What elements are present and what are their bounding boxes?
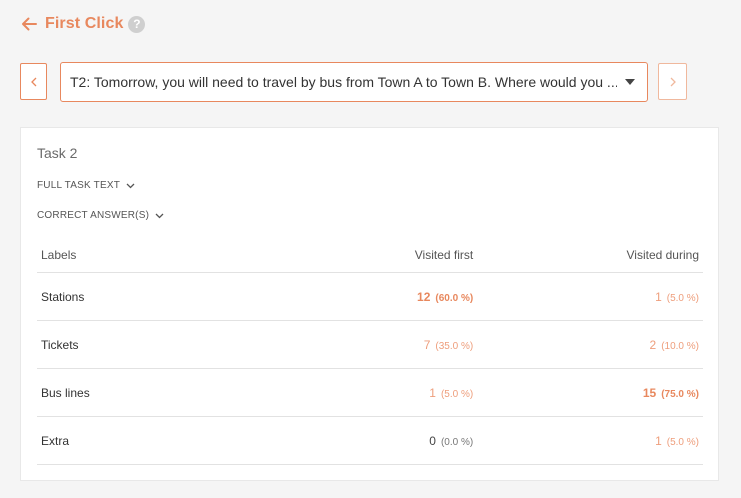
visited-first-cell: 12 (60.0 %) [333, 272, 478, 321]
visited-during-percent: (5.0 %) [666, 436, 699, 448]
visited-first-count: 7 [423, 337, 431, 352]
header-visited-first: Visited first [333, 238, 478, 273]
results-table: Labels Visited first Visited during Stat… [37, 238, 703, 465]
back-arrow-icon[interactable] [20, 15, 38, 33]
row-label: Bus lines [37, 368, 334, 417]
visited-during-cell: 1 (5.0 %) [477, 416, 703, 465]
row-label: Extra [37, 416, 334, 465]
visited-during-cell: 15 (75.0 %) [477, 368, 703, 417]
table-row: Bus lines 1 (5.0 %) 15 (75.0 %) [37, 368, 703, 417]
visited-during-count: 1 [655, 289, 662, 304]
visited-first-count: 1 [429, 385, 436, 400]
visited-during-percent: (10.0 %) [661, 340, 699, 352]
header-labels: Labels [37, 238, 334, 273]
task-heading: Task 2 [37, 145, 78, 161]
table-row: Extra 0 (0.0 %) 1 (5.0 %) [37, 416, 703, 465]
first-click-page: First Click ? T2: Tomorrow, you will nee… [0, 0, 741, 498]
page-title: First Click [45, 15, 124, 32]
visited-during-percent: (75.0 %) [661, 388, 699, 400]
visited-first-cell: 0 (0.0 %) [333, 416, 478, 465]
chevron-down-icon [126, 183, 135, 188]
correct-answers-label: CORRECT ANSWER(S) [37, 210, 150, 221]
visited-during-cell: 1 (5.0 %) [477, 272, 703, 321]
visited-during-percent: (5.0 %) [666, 292, 699, 304]
visited-first-count: 12 [417, 289, 431, 304]
visited-first-cell: 7 (35.0 %) [333, 320, 478, 369]
chevron-left-icon [30, 77, 36, 86]
visited-first-count: 0 [429, 433, 436, 448]
table-row: Stations 12 (60.0 %) 1 (5.0 %) [37, 272, 703, 321]
task-select-value: T2: Tomorrow, you will need to travel by… [70, 74, 617, 90]
visited-first-percent: (60.0 %) [435, 292, 474, 304]
header-visited-during: Visited during [477, 238, 703, 273]
visited-during-cell: 2 (10.0 %) [477, 320, 703, 369]
visited-first-cell: 1 (5.0 %) [333, 368, 478, 417]
full-task-text-toggle[interactable]: FULL TASK TEXT [37, 180, 135, 191]
visited-first-percent: (5.0 %) [440, 388, 474, 400]
next-task-button[interactable] [658, 63, 687, 100]
caret-down-icon [625, 79, 635, 85]
page-header: First Click ? [20, 12, 146, 36]
correct-answers-toggle[interactable]: CORRECT ANSWER(S) [37, 210, 164, 221]
visited-during-count: 1 [655, 433, 662, 448]
help-icon[interactable]: ? [128, 15, 146, 33]
visited-first-percent: (0.0 %) [440, 436, 474, 448]
table-header-row: Labels Visited first Visited during [37, 238, 703, 273]
visited-during-count: 2 [649, 337, 657, 352]
visited-first-percent: (35.0 %) [435, 340, 474, 352]
table-row: Tickets 7 (35.0 %) 2 (10.0 %) [37, 320, 703, 369]
row-label: Tickets [37, 320, 334, 369]
previous-task-button[interactable] [20, 63, 47, 100]
task-results-card: Task 2 FULL TASK TEXT CORRECT ANSWER(S) … [20, 127, 719, 481]
row-label: Stations [37, 272, 334, 321]
task-select-dropdown[interactable]: T2: Tomorrow, you will need to travel by… [60, 62, 648, 102]
chevron-right-icon [670, 77, 676, 86]
visited-during-count: 15 [642, 385, 657, 400]
chevron-down-icon [155, 213, 164, 218]
full-task-text-label: FULL TASK TEXT [37, 180, 121, 191]
